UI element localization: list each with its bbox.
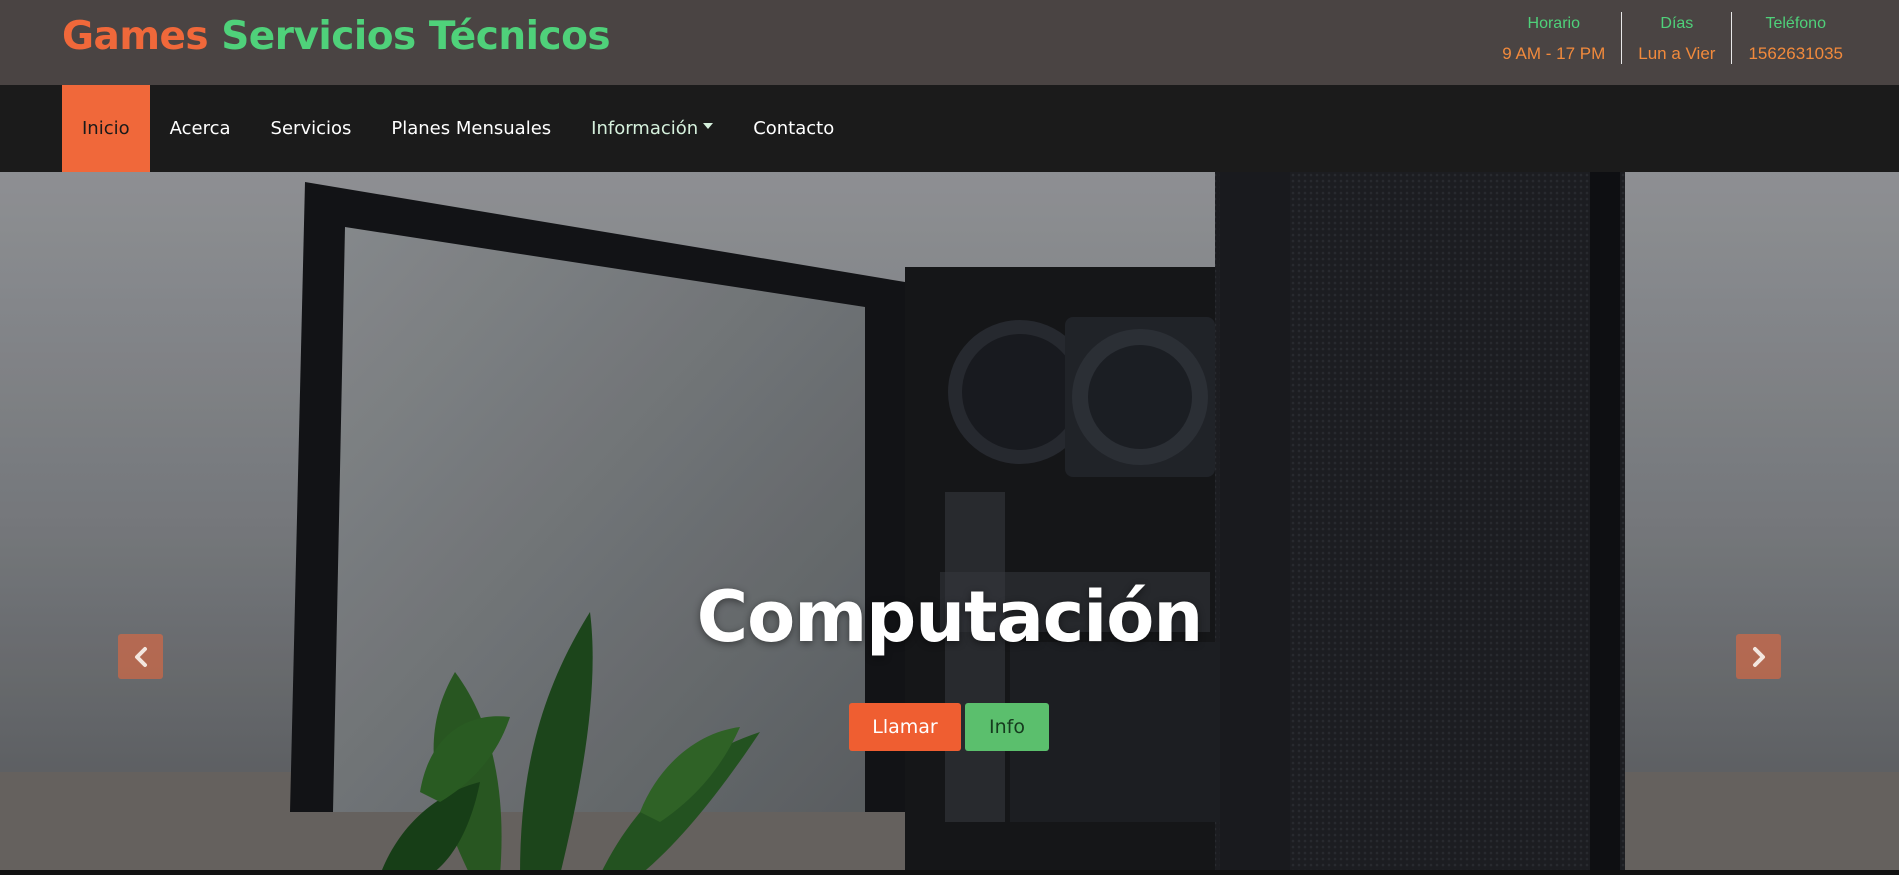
site-brand[interactable]: Games Servicios Técnicos [62, 14, 611, 59]
hero-overlay [0, 172, 1899, 875]
info-button[interactable]: Info [965, 703, 1049, 751]
info-telefono-label: Teléfono [1765, 15, 1826, 32]
info-dias-value: Lun a Vier [1638, 44, 1716, 63]
nav-item-contacto[interactable]: Contacto [733, 85, 854, 172]
call-button[interactable]: Llamar [849, 703, 961, 751]
info-telefono: Teléfono 1562631035 [1731, 12, 1859, 64]
info-dias-label: Días [1660, 15, 1694, 32]
info-dias: Días Lun a Vier [1621, 12, 1731, 64]
nav-item-informacion[interactable]: Información [571, 85, 733, 172]
nav-item-servicios[interactable]: Servicios [251, 85, 372, 172]
caret-down-icon [703, 122, 714, 129]
nav-item-inicio[interactable]: Inicio [62, 85, 150, 172]
contact-info: Horario 9 AM - 17 PM Días Lun a Vier Tel… [1486, 12, 1859, 64]
nav-item-acerca[interactable]: Acerca [150, 85, 251, 172]
top-header: Games Servicios Técnicos Horario 9 AM - … [0, 0, 1899, 85]
brand-part-servicios: Servicios Técnicos [221, 14, 611, 59]
nav-item-informacion-label: Información [591, 118, 699, 139]
hero-title: Computación [696, 576, 1203, 658]
hero-carousel: Computación Llamar Info [0, 172, 1899, 875]
info-horario-value: 9 AM - 17 PM [1502, 44, 1606, 63]
nav-item-planes-mensuales[interactable]: Planes Mensuales [371, 85, 571, 172]
brand-part-games: Games [62, 14, 209, 59]
page-bottom-divider [0, 870, 1899, 875]
info-horario-label: Horario [1527, 15, 1580, 32]
info-telefono-value[interactable]: 1562631035 [1748, 44, 1843, 64]
nav-menu: Inicio Acerca Servicios Planes Mensuales… [62, 85, 854, 172]
main-navbar: Inicio Acerca Servicios Planes Mensuales… [0, 85, 1899, 172]
info-horario: Horario 9 AM - 17 PM [1486, 12, 1621, 64]
